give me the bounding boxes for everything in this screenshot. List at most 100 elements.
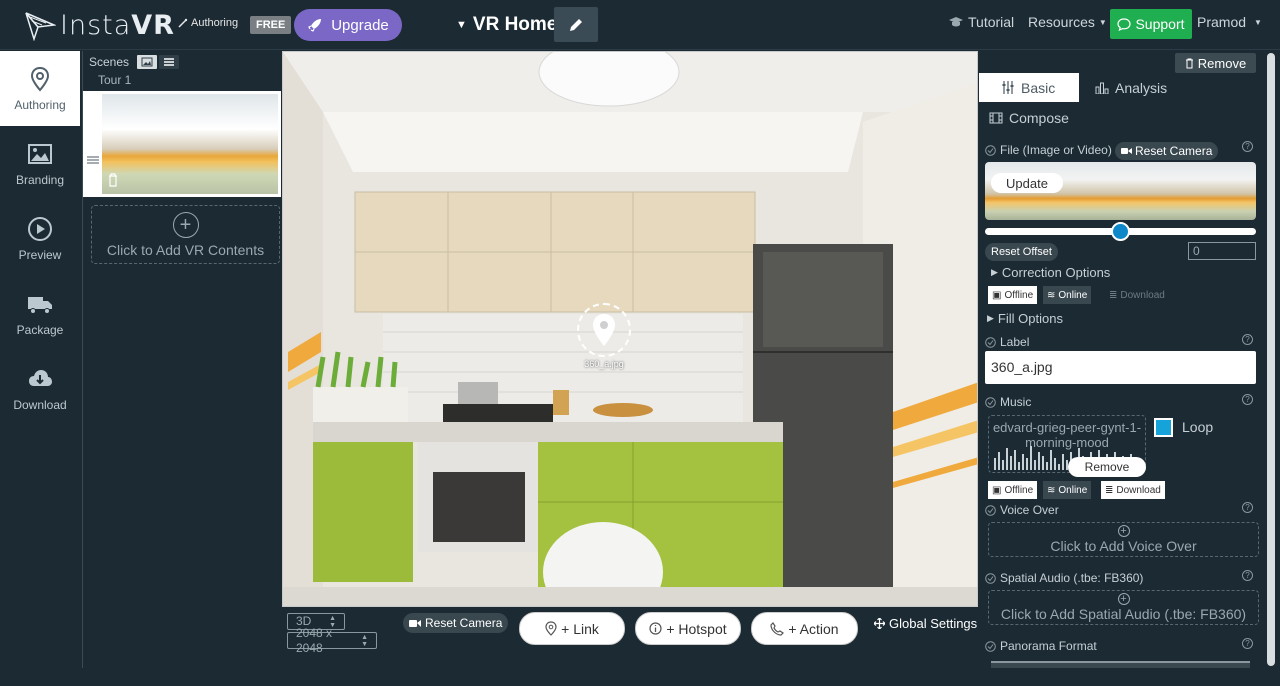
add-action-button[interactable]: + Action: [751, 612, 858, 645]
nav-download-label: Download: [13, 397, 67, 412]
scrollbar-thumb[interactable]: [1267, 53, 1275, 666]
nav-package-label: Package: [16, 322, 64, 337]
tab-analysis[interactable]: Analysis: [1079, 73, 1189, 102]
resources-label: Resources: [1028, 14, 1095, 30]
offset-input[interactable]: 0: [1188, 242, 1256, 260]
top-bar: InstaVR Authoring FREE Upgrade ▼ VR Home…: [0, 0, 1280, 50]
music-title: Music: [1000, 395, 1032, 409]
tutorial-label: Tutorial: [968, 14, 1015, 30]
instavr-logo[interactable]: InstaVR: [24, 8, 175, 42]
upgrade-label: Upgrade: [331, 16, 389, 34]
correction-options-toggle[interactable]: ▶ Correction Options: [991, 265, 1110, 280]
thumbnail-view-button[interactable]: [137, 55, 158, 69]
tab-compose[interactable]: Compose: [979, 103, 1089, 132]
wifi-icon: ≋: [1047, 289, 1056, 301]
check-circle-icon: [985, 640, 996, 652]
check-circle-icon: [985, 572, 996, 584]
plus-circle-icon: +: [1117, 593, 1130, 605]
music-online-label: Online: [1058, 484, 1088, 496]
global-settings-label: Global Settings: [889, 616, 978, 631]
file-label: File (Image or Video): [1000, 143, 1112, 157]
fill-options-toggle[interactable]: ▶ Fill Options: [987, 311, 1063, 326]
add-voice-over-button[interactable]: + Click to Add Voice Over: [988, 522, 1259, 557]
trash-icon: [1185, 58, 1193, 68]
correction-download-toggle[interactable]: ≣ Download: [1105, 286, 1169, 304]
scene-item[interactable]: [83, 91, 281, 197]
loop-checkbox[interactable]: [1154, 418, 1173, 437]
help-icon[interactable]: ?: [1242, 394, 1253, 405]
resolution-value: 2048 x 2048: [296, 625, 333, 655]
logo-text: InstaVR: [60, 9, 175, 41]
add-link-button[interactable]: + Link: [519, 612, 625, 645]
phone-icon: [770, 621, 785, 636]
reset-camera-chip-button[interactable]: Reset Camera: [1115, 142, 1219, 160]
help-icon[interactable]: ?: [1242, 334, 1253, 345]
add-hotspot-button[interactable]: + Hotspot: [635, 612, 741, 645]
support-button[interactable]: Support: [1110, 9, 1192, 39]
cube-icon: ▣: [992, 289, 1002, 301]
offset-slider[interactable]: [985, 222, 1256, 241]
tour-label[interactable]: Tour 1: [98, 73, 131, 87]
nav-preview[interactable]: Preview: [0, 201, 80, 276]
reset-camera-label: Reset Camera: [425, 616, 503, 630]
nav-package[interactable]: Package: [0, 276, 80, 351]
loop-label: Loop: [1182, 419, 1214, 435]
nav-authoring-label: Authoring: [14, 97, 66, 112]
music-section-label: Music: [985, 395, 1031, 409]
wifi-icon: ≋: [1047, 484, 1056, 496]
music-online-toggle[interactable]: ≋ Online: [1043, 481, 1092, 499]
tab-basic[interactable]: Basic: [979, 73, 1079, 102]
reset-offset-button[interactable]: Reset Offset: [985, 243, 1058, 261]
offset-slider-thumb[interactable]: [1111, 222, 1130, 241]
cloud-download-icon: [29, 369, 52, 386]
caret-right-icon: ▶: [987, 313, 994, 323]
resources-dropdown[interactable]: Resources ▼: [1028, 14, 1107, 30]
nav-download[interactable]: Download: [0, 351, 80, 426]
panorama-format-control[interactable]: [991, 661, 1250, 668]
music-download-toggle[interactable]: ≣ Download: [1101, 481, 1165, 499]
add-link-label: + Link: [561, 620, 599, 637]
wand-icon: [178, 18, 188, 28]
scene-title-dropdown[interactable]: ▼ VR Home: [456, 14, 557, 36]
properties-scrollbar[interactable]: [1266, 51, 1276, 668]
nav-authoring[interactable]: Authoring: [0, 51, 80, 126]
remove-scene-button[interactable]: Remove: [1175, 53, 1256, 73]
vr-viewer[interactable]: 360_a.jpg: [282, 51, 978, 607]
move-arrows-icon: [874, 618, 885, 629]
user-menu[interactable]: Pramod ▼: [1197, 14, 1262, 30]
label-input[interactable]: 360_a.jpg: [985, 351, 1256, 384]
viewer-toolbar: 3D ▲ ▼ 2048 x 2048 ▲ ▼ Reset Camera + Link…: [282, 607, 978, 668]
hotspot-marker[interactable]: [577, 303, 631, 357]
edit-title-button[interactable]: [554, 7, 598, 42]
add-action-label: + Action: [788, 620, 839, 637]
remove-music-button[interactable]: Remove: [1068, 457, 1146, 477]
music-offline-toggle[interactable]: ▣ Offline: [988, 481, 1038, 499]
help-icon[interactable]: ?: [1242, 502, 1253, 513]
upgrade-button[interactable]: Upgrade: [294, 9, 402, 41]
correction-online-toggle[interactable]: ≋ Online: [1043, 286, 1092, 304]
correction-offline-label: Offline: [1004, 289, 1034, 301]
authoring-tag-label: Authoring: [191, 17, 239, 29]
correction-offline-toggle[interactable]: ▣ Offline: [988, 286, 1038, 304]
global-settings-button[interactable]: Global Settings: [874, 616, 977, 631]
scene-thumbnail[interactable]: [102, 94, 278, 194]
graduation-cap-icon: [949, 17, 963, 27]
reset-camera-button[interactable]: Reset Camera: [403, 613, 509, 633]
tutorial-link[interactable]: Tutorial: [948, 14, 1014, 30]
voice-over-title: Voice Over: [1000, 503, 1059, 517]
image-icon: [141, 57, 153, 67]
update-file-button[interactable]: Update: [991, 173, 1063, 193]
resolution-select[interactable]: 2048 x 2048 ▲ ▼: [287, 626, 377, 655]
help-icon[interactable]: ?: [1242, 141, 1253, 152]
add-spatial-audio-button[interactable]: + Click to Add Spatial Audio (.tbe: FB36…: [988, 590, 1259, 625]
help-icon[interactable]: ?: [1242, 570, 1253, 581]
add-vr-contents-button[interactable]: + Click to Add VR Contents: [91, 205, 280, 264]
scenes-header: Scenes: [89, 55, 180, 69]
hotspot-label: 360_a.jpg: [584, 359, 624, 369]
help-icon[interactable]: ?: [1242, 638, 1253, 649]
list-view-button[interactable]: [159, 55, 180, 69]
nav-branding[interactable]: Branding: [0, 126, 80, 201]
drag-handle-icon[interactable]: [87, 155, 99, 165]
file-section-label: File (Image or Video): [985, 143, 1112, 157]
trash-icon[interactable]: [107, 173, 119, 187]
